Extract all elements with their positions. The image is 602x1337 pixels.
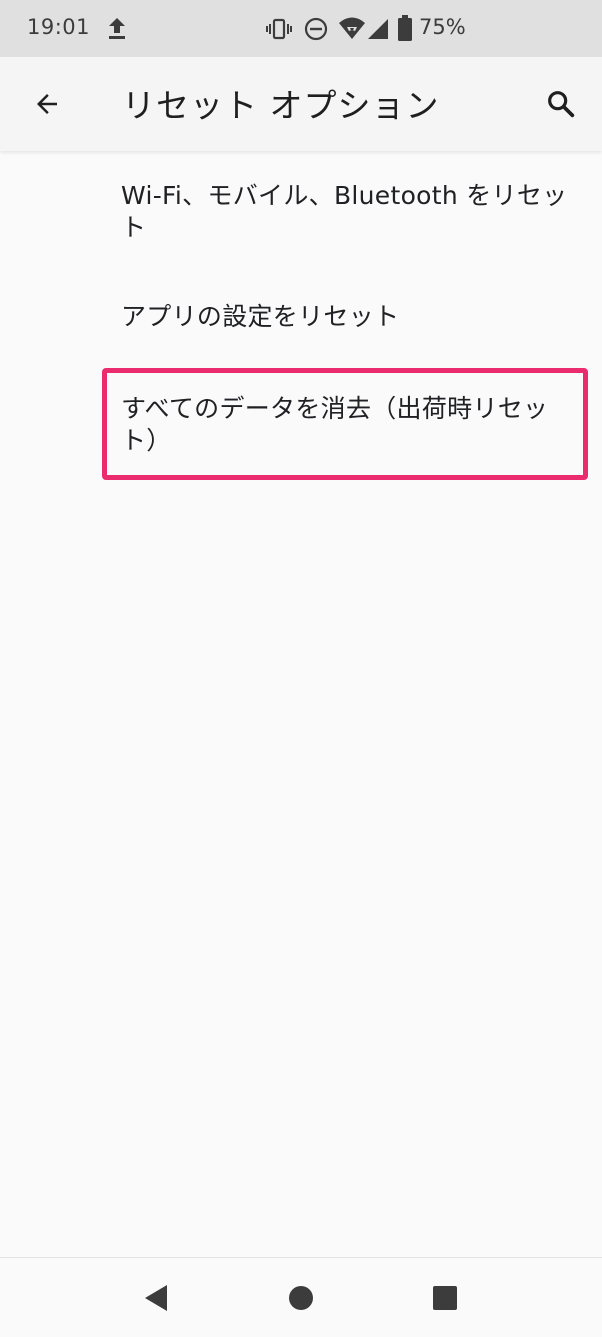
battery-percent: 75% — [419, 15, 466, 39]
upload-icon — [109, 18, 125, 39]
status-bar: 19:01 75% — [0, 0, 602, 57]
navigation-bar — [0, 1257, 602, 1337]
nav-recents-icon[interactable] — [431, 1284, 459, 1312]
arrow-back-icon — [37, 94, 57, 114]
cell-signal-icon — [368, 19, 388, 39]
vibrate-icon — [266, 18, 292, 40]
battery-icon — [398, 15, 412, 41]
wifi-icon — [339, 17, 365, 39]
option-factory-reset[interactable]: すべてのデータを消去（出荷時リセット） — [0, 368, 602, 480]
app-bar: リセット オプション — [0, 57, 602, 151]
option-label: Wi-Fi、モバイル、Bluetooth をリセット — [121, 181, 568, 242]
search-button[interactable] — [536, 80, 586, 128]
option-label: アプリの設定をリセット — [121, 302, 400, 331]
option-reset-network[interactable]: Wi-Fi、モバイル、Bluetooth をリセット — [0, 165, 602, 265]
option-reset-app-preferences[interactable]: アプリの設定をリセット — [0, 280, 602, 352]
back-button[interactable] — [20, 80, 74, 128]
do-not-disturb-icon — [304, 17, 328, 41]
nav-home-icon[interactable] — [287, 1284, 315, 1312]
search-icon — [548, 91, 575, 118]
status-time: 19:01 — [27, 15, 91, 39]
option-label: すべてのデータを消去（出荷時リセット） — [121, 394, 549, 455]
page-title: リセット オプション — [122, 86, 440, 125]
nav-back-icon[interactable] — [141, 1282, 171, 1314]
